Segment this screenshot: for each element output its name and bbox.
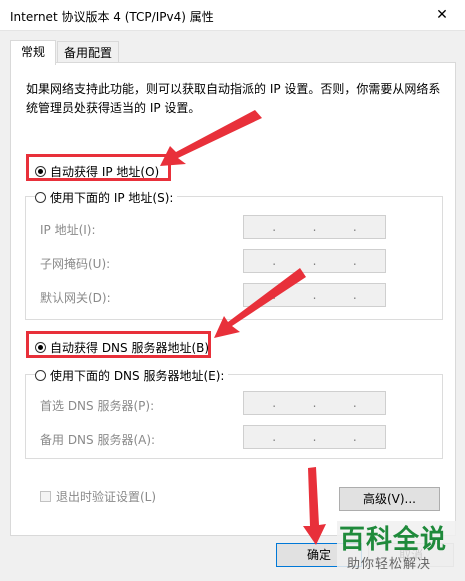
watermark-subtitle: 助你轻松解决 — [347, 557, 432, 572]
arrow-to-ok — [303, 467, 326, 545]
watermark: 百科全说 助你轻松解决 — [337, 521, 462, 579]
arrow-to-ip — [160, 110, 262, 166]
tab-general-label: 常规 — [20, 45, 45, 59]
watermark-title: 百科全说 — [339, 525, 448, 555]
annotation-arrows — [160, 110, 326, 545]
arrow-to-dns — [214, 268, 306, 338]
tab-general[interactable]: 常规 — [10, 40, 56, 65]
